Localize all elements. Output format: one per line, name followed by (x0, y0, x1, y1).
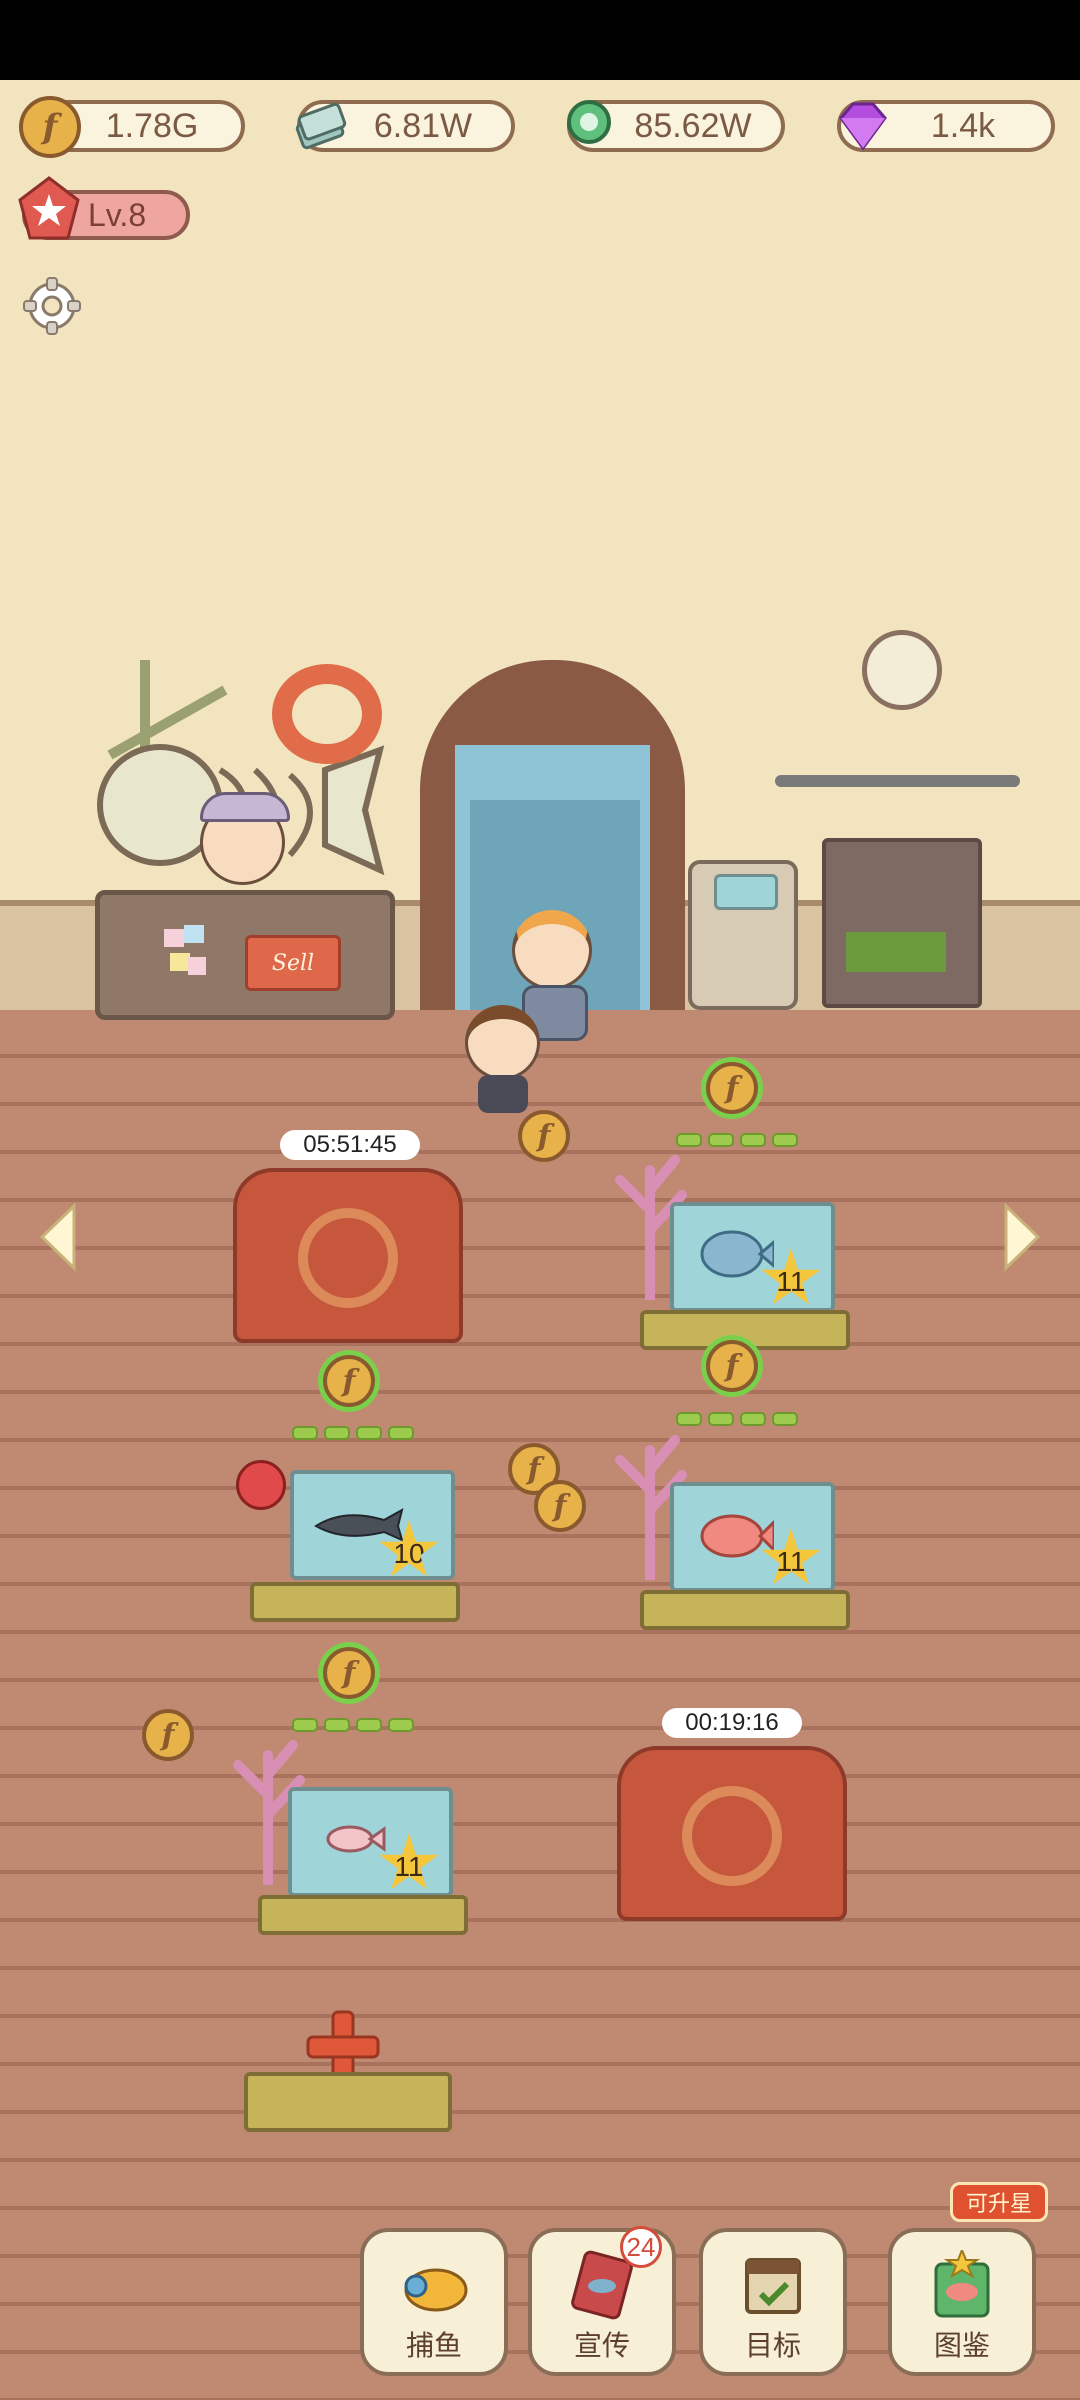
shop-floor (0, 1010, 1080, 2400)
tank-progress (676, 1133, 798, 1147)
tank-collect-coin[interactable]: f (706, 1340, 758, 1392)
shelf-green-items (846, 932, 946, 972)
nav-fishing-label: 捕鱼 (405, 2329, 462, 2362)
nav-goals-label: 目标 (744, 2329, 801, 2362)
owl-clock (862, 630, 942, 710)
tank-base (250, 1582, 460, 1622)
level-label: Lv.8 (88, 196, 147, 233)
tank-cover (617, 1746, 847, 1921)
shopkeeper-hat (200, 792, 290, 822)
equipment-shelf[interactable] (822, 838, 982, 1008)
cash-icon (295, 102, 347, 150)
gem-icon (839, 102, 887, 151)
upgrade-star-tip: 可升星 (950, 2182, 1048, 2222)
fish-emblem-icon (682, 1786, 782, 1886)
coin-counter[interactable]: f 1.78G (19, 96, 245, 158)
sticky-notes-icon (164, 925, 206, 975)
red-spotted-fish-icon (700, 1514, 774, 1558)
robot-screen (714, 874, 778, 910)
tank-glass (290, 1470, 455, 1580)
arrow-right-icon[interactable] (1000, 1202, 1044, 1272)
tank-base (640, 1590, 850, 1630)
notification-badge: 24 (620, 2226, 662, 2268)
floor-coin[interactable]: f (534, 1480, 586, 1532)
pearl-value: 85.62W (634, 106, 752, 145)
cash-counter[interactable]: 6.81W (295, 100, 515, 152)
tank-collect-coin[interactable]: f (323, 1355, 375, 1407)
tank-slot-covered[interactable]: 00:19:16 (612, 1708, 852, 1928)
floor-coin[interactable]: f (518, 1110, 570, 1162)
red-ball-decor (236, 1460, 286, 1510)
fish-emblem-icon (298, 1208, 398, 1308)
nav-promote-label: 宣传 (573, 2329, 630, 2362)
system-status-bar (0, 0, 1080, 80)
arrow-left-icon[interactable] (36, 1202, 80, 1272)
nav-collection-label: 图鉴 (933, 2329, 990, 2362)
robot-machine[interactable] (688, 860, 798, 1010)
fish-tank[interactable]: 10 (230, 1440, 480, 1630)
submarine-icon (404, 2268, 468, 2312)
pearl-icon (567, 100, 611, 144)
player-character[interactable] (465, 1005, 540, 1080)
player-level-badge[interactable]: Lv.8 (18, 176, 190, 240)
ceiling-light-bar (775, 775, 1020, 787)
tank-collect-coin[interactable]: f (323, 1647, 375, 1699)
tank-progress (292, 1426, 414, 1440)
gem-counter[interactable]: 1.4k (837, 100, 1055, 152)
tank-glass (670, 1482, 835, 1592)
coin-icon: f (19, 96, 81, 158)
level-star-icon (18, 176, 80, 240)
tank-slot-covered[interactable]: 05:51:45 (228, 1130, 468, 1350)
life-ring-decor (272, 664, 382, 764)
tank-collect-coin[interactable]: f (706, 1062, 758, 1114)
nav-collection-button[interactable]: 图鉴 (888, 2228, 1036, 2376)
add-tank-slot[interactable] (244, 2010, 454, 2145)
tank-timer: 00:19:16 (662, 1708, 802, 1738)
fish-tank[interactable]: 11 (610, 1430, 860, 1630)
sell-counter[interactable]: Sell (95, 890, 395, 1020)
cash-value: 6.81W (373, 106, 473, 145)
tank-progress (676, 1412, 798, 1426)
sell-sign: Sell (245, 935, 341, 991)
coin-value: 1.78G (105, 106, 199, 145)
tank-cover (233, 1168, 463, 1343)
nav-goals-button[interactable]: 目标 (699, 2228, 847, 2376)
tank-glass (288, 1787, 453, 1897)
tank-glass (670, 1202, 835, 1312)
fish-book-icon (934, 2250, 990, 2318)
pink-fish-icon (326, 1825, 386, 1853)
goals-board-icon (745, 2258, 801, 2314)
empty-tank-base (244, 2072, 452, 2132)
pearl-counter[interactable]: 85.62W (567, 100, 785, 152)
floor-coin[interactable]: f (142, 1709, 194, 1761)
gem-value: 1.4k (930, 106, 996, 145)
tank-progress (292, 1718, 414, 1732)
nav-fishing-button[interactable]: 捕鱼 (360, 2228, 508, 2376)
player-character-body (478, 1075, 528, 1113)
gear-icon[interactable] (22, 276, 82, 336)
pufferfish-icon (700, 1230, 774, 1278)
shark-icon (314, 1508, 404, 1542)
customer-blond[interactable] (512, 910, 592, 990)
tank-timer: 05:51:45 (280, 1130, 420, 1160)
fish-tank[interactable]: 11 (610, 1150, 860, 1350)
fish-tank[interactable]: 11 (228, 1735, 478, 1935)
tank-base (258, 1895, 468, 1935)
